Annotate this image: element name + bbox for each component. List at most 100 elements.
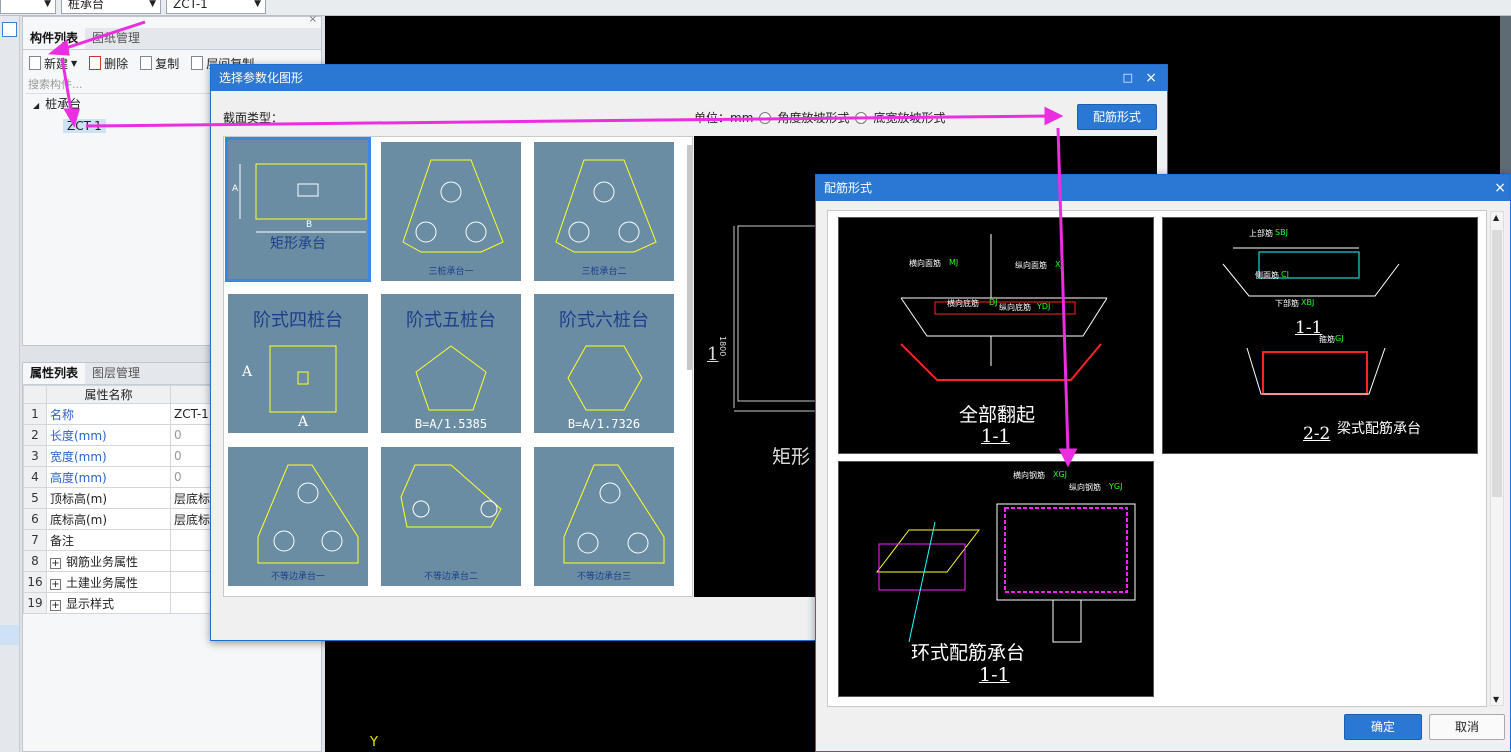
shape-label: 不等边承台一 [270, 572, 325, 582]
copy-button-label: 复制 [155, 56, 180, 71]
floor-copy-icon [191, 56, 204, 70]
preview-section-mark: 1 [707, 344, 719, 365]
cancel-button[interactable]: 取消 [1429, 714, 1505, 740]
rebar-option-beam[interactable]: 上部筋 SBJ 侧面筋 CJ 下部筋 XBJ 箍筋 GJ 1-1 2-2 梁式配… [1162, 217, 1478, 454]
scroll-down-icon[interactable]: ▼ [1493, 695, 1499, 704]
section-mark: 2-2 [1303, 424, 1331, 444]
delete-button-label: 删除 [104, 56, 129, 71]
tab-layer-management[interactable]: 图层管理 [85, 363, 147, 384]
row-number: 6 [23, 508, 47, 530]
chevron-down-icon: ▼ [71, 58, 78, 68]
preview-label: 矩形 [772, 446, 811, 468]
shape-option-7[interactable]: 不等边承台一 [227, 446, 369, 587]
rebar-option-ring[interactable]: 横向钢筋 XGJ 纵向钢筋 YGJ 环式配筋承台 1-1 [838, 461, 1154, 697]
tab-drawing-management[interactable]: 图纸管理 [85, 28, 147, 49]
rebar-option-full-bend[interactable]: 横向面筋 MJ 纵向面筋 XJ 横向底筋 DJ 纵向底筋 YDJ 全部翻起 1-… [838, 217, 1154, 454]
property-name: 顶标高(m) [46, 487, 171, 509]
property-name: 底标高(m) [46, 508, 171, 530]
rebar-code: GJ [1335, 334, 1344, 343]
rebar-code: CJ [1281, 270, 1289, 279]
chevron-down-icon: ▼ [44, 0, 51, 9]
shape-option-8[interactable]: 不等边承台二 [380, 446, 522, 587]
scroll-up-icon[interactable]: ▲ [1493, 213, 1499, 222]
rebar-label: 横向面筋 [909, 259, 941, 268]
rebar-option-title: 全部翻起 [959, 404, 1036, 426]
maximize-icon[interactable]: □ [1123, 65, 1133, 91]
shape-option-2[interactable]: 三桩承台一 [380, 141, 522, 282]
component-type-select[interactable]: 桩承台 ▼ [61, 0, 161, 14]
shape-label: 阶式四桩台 [253, 310, 343, 331]
copy-button[interactable]: 复制 [140, 55, 179, 72]
shape-option-5[interactable]: 阶式五桩台 B=A/1.5385 [380, 293, 522, 434]
shape-formula: B=A/1.5385 [414, 417, 488, 431]
rebar-form-dialog: 配筋形式 × ▲ ▼ 横向面筋 MJ 纵向面筋 XJ 横向底筋 DJ 纵向底筋 … [815, 174, 1511, 752]
layout-icon[interactable] [2, 22, 17, 37]
dialog-title-bar: 选择参数化图形 □ × [211, 65, 1167, 91]
row-number: 4 [23, 466, 47, 488]
rebar-code: YGJ [1109, 482, 1123, 491]
property-name: 长度(mm) [46, 424, 171, 446]
preview-dimension: 1800 [718, 336, 727, 357]
shape-drawing [555, 159, 657, 253]
group-label: 钢筋业务属性 [66, 554, 139, 569]
tab-property-list[interactable]: 属性列表 [23, 363, 86, 384]
component-select[interactable]: ZCT-1 ▼ [166, 0, 266, 14]
new-button[interactable]: 新建 ▼ [29, 55, 77, 72]
group-label: 土建业务属性 [66, 575, 139, 590]
gallery-scrollbar[interactable] [687, 145, 692, 370]
delete-button[interactable]: 删除 [89, 55, 128, 72]
rebar-label: 横向钢筋 [1013, 471, 1045, 480]
shape-option-6[interactable]: 阶式六桩台 B=A/1.7326 [533, 293, 675, 434]
radio-angle-label: 角度放坡形式 [777, 111, 850, 125]
dialog-title: 配筋形式 [824, 181, 873, 195]
unit-options: 单位：mm 角度放坡形式 底宽放坡形式 [694, 109, 945, 126]
close-icon[interactable]: × [1145, 65, 1157, 91]
radio-width[interactable] [855, 111, 868, 124]
expand-icon[interactable]: + [50, 578, 61, 590]
tab-component-list[interactable]: 构件列表 [23, 28, 86, 49]
expand-icon[interactable]: + [50, 557, 61, 569]
shape-option-3[interactable]: 三桩承台二 [533, 141, 675, 282]
shape-label: 三桩承台二 [581, 267, 627, 277]
component-tabs: 构件列表 图纸管理 [23, 28, 321, 50]
shape-drawing [402, 159, 504, 253]
scroll-thumb[interactable] [1492, 230, 1502, 497]
shape-label: 矩形承台 [270, 236, 326, 252]
shape-gallery[interactable]: 矩形承台 A B 三桩承台一 三桩承台二 阶式四桩台 A A 阶式五桩台 B=A/1.5385 阶式… [223, 136, 693, 597]
section-mark: 1-1 [1295, 318, 1323, 338]
floor-select[interactable]: ▼ [0, 0, 56, 14]
shape-label: 不等边承台三 [576, 572, 631, 582]
rebar-scrollbar[interactable]: ▲ ▼ [1490, 211, 1504, 706]
dimension-label: A [242, 364, 253, 380]
y-axis-label: Y [370, 735, 378, 750]
shape-option-4[interactable]: 阶式四桩台 A A [227, 293, 369, 434]
section-mark: 1-1 [981, 426, 1010, 447]
nav-active-indicator [0, 625, 19, 645]
radio-width-label: 底宽放坡形式 [873, 111, 946, 125]
collapse-icon[interactable]: ◢ [33, 101, 39, 110]
rebar-label: 侧面筋 [1255, 271, 1279, 280]
close-icon[interactable]: × [1494, 175, 1506, 201]
shape-label: 阶式六桩台 [559, 310, 649, 331]
property-name: 宽度(mm) [46, 445, 171, 467]
row-number: 2 [23, 424, 47, 446]
rebar-form-button[interactable]: 配筋形式 [1077, 104, 1157, 130]
group-label: 显示样式 [66, 596, 115, 611]
rebar-label: 纵向钢筋 [1069, 483, 1101, 492]
expand-icon[interactable]: + [50, 599, 61, 611]
close-icon[interactable]: × [309, 14, 317, 25]
property-name: 备注 [46, 529, 171, 551]
rebar-option-title: 梁式配筋承台 [1337, 421, 1421, 437]
property-group[interactable]: + 显示样式 [46, 592, 171, 614]
shape-option-9[interactable]: 不等边承台三 [533, 446, 675, 587]
property-group[interactable]: + 钢筋业务属性 [46, 550, 171, 572]
shape-drawing [239, 163, 367, 233]
shape-option-1[interactable]: 矩形承台 A B [225, 137, 371, 282]
radio-angle[interactable] [759, 111, 772, 124]
rebar-code: DJ [989, 298, 998, 307]
rebar-code: XJ [1055, 260, 1063, 269]
property-group[interactable]: + 土建业务属性 [46, 571, 171, 593]
ok-button[interactable]: 确定 [1344, 714, 1422, 740]
rebar-label: 纵向面筋 [1015, 261, 1047, 270]
rebar-code: MJ [949, 258, 959, 267]
